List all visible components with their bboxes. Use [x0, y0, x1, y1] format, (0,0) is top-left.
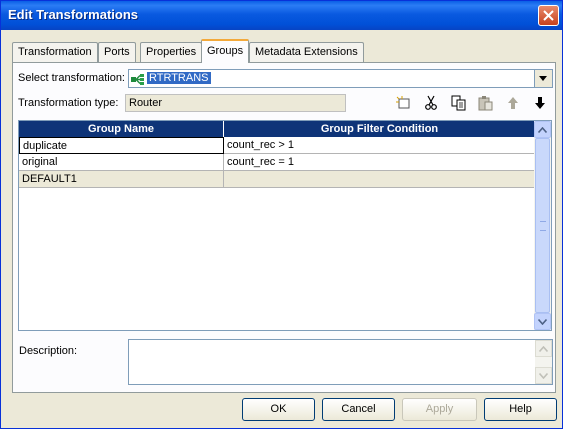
title-bar[interactable]: Edit Transformations [1, 1, 562, 30]
close-button[interactable] [538, 5, 559, 26]
scroll-grip-icon [540, 221, 546, 231]
edit-transformations-dialog: Edit Transformations Transformation Port… [0, 0, 563, 429]
desc-scroll-up-button[interactable] [535, 340, 552, 357]
dropdown-button[interactable] [534, 70, 552, 87]
description-scrollbar[interactable] [535, 340, 552, 384]
cut-button[interactable] [422, 94, 440, 112]
tab-metadata-extensions[interactable]: Metadata Extensions [249, 42, 364, 62]
chevron-up-icon [538, 127, 547, 133]
new-icon [396, 96, 410, 109]
select-transformation-label: Select transformation: [18, 72, 125, 84]
transformation-type-text: Router [129, 97, 163, 109]
copy-button[interactable] [450, 94, 468, 112]
close-icon [543, 10, 554, 21]
description-label: Description: [19, 345, 78, 357]
desc-scroll-down-button[interactable] [535, 367, 552, 384]
column-header-group-filter-condition[interactable]: Group Filter Condition [224, 121, 535, 137]
table-row[interactable]: original count_rec = 1 [19, 154, 535, 171]
tab-transformation[interactable]: Transformation [12, 42, 98, 62]
transformation-type-label: Transformation type: [18, 97, 119, 109]
help-button[interactable]: Help [484, 398, 557, 421]
paste-icon [478, 96, 493, 111]
scroll-up-button[interactable] [534, 121, 551, 138]
group-filter-cell[interactable]: count_rec > 1 [224, 137, 535, 154]
select-transformation-dropdown[interactable]: RTRTRANS [128, 69, 553, 88]
table-row[interactable]: DEFAULT1 [19, 171, 535, 188]
move-down-icon [535, 97, 545, 109]
description-textarea[interactable] [128, 339, 553, 385]
paste-button[interactable] [477, 94, 495, 112]
scroll-thumb[interactable] [535, 138, 550, 313]
tab-groups[interactable]: Groups [201, 39, 250, 63]
group-name-cell[interactable]: DEFAULT1 [19, 171, 224, 188]
chevron-down-icon [538, 319, 547, 325]
copy-icon [451, 95, 466, 111]
move-down-button[interactable] [531, 94, 549, 112]
tab-label: Properties [146, 46, 197, 58]
tab-label: Ports [104, 46, 130, 58]
move-up-button[interactable] [504, 94, 522, 112]
router-icon [131, 74, 144, 85]
tab-properties[interactable]: Properties [140, 42, 203, 62]
group-name-cell[interactable]: original [19, 154, 224, 171]
chevron-down-icon [539, 76, 547, 81]
group-name-cell[interactable]: duplicate [19, 137, 224, 154]
transformation-type-value: Router [125, 94, 346, 112]
tab-label: Groups [207, 45, 244, 57]
tab-ports[interactable]: Ports [98, 42, 136, 62]
ok-button[interactable]: OK [242, 398, 315, 421]
window-title: Edit Transformations [8, 7, 139, 22]
column-header-group-name[interactable]: Group Name [19, 121, 224, 137]
scroll-down-button[interactable] [534, 313, 551, 330]
table-row[interactable]: duplicate count_rec > 1 [19, 137, 535, 154]
groups-grid: Group Name Group Filter Condition duplic… [18, 120, 552, 331]
chevron-down-icon [539, 373, 548, 379]
group-filter-cell[interactable] [224, 171, 535, 188]
new-button[interactable] [395, 94, 413, 112]
grid-vertical-scrollbar[interactable] [534, 121, 551, 330]
tab-label: Transformation [18, 46, 92, 58]
move-up-icon [508, 97, 518, 109]
apply-button[interactable]: Apply [402, 398, 477, 421]
cut-icon [425, 95, 437, 110]
chevron-up-icon [539, 346, 548, 352]
cancel-button[interactable]: Cancel [322, 398, 395, 421]
group-filter-cell[interactable]: count_rec = 1 [224, 154, 535, 171]
selected-transformation-value: RTRTRANS [147, 72, 211, 84]
tab-label: Metadata Extensions [255, 46, 358, 58]
